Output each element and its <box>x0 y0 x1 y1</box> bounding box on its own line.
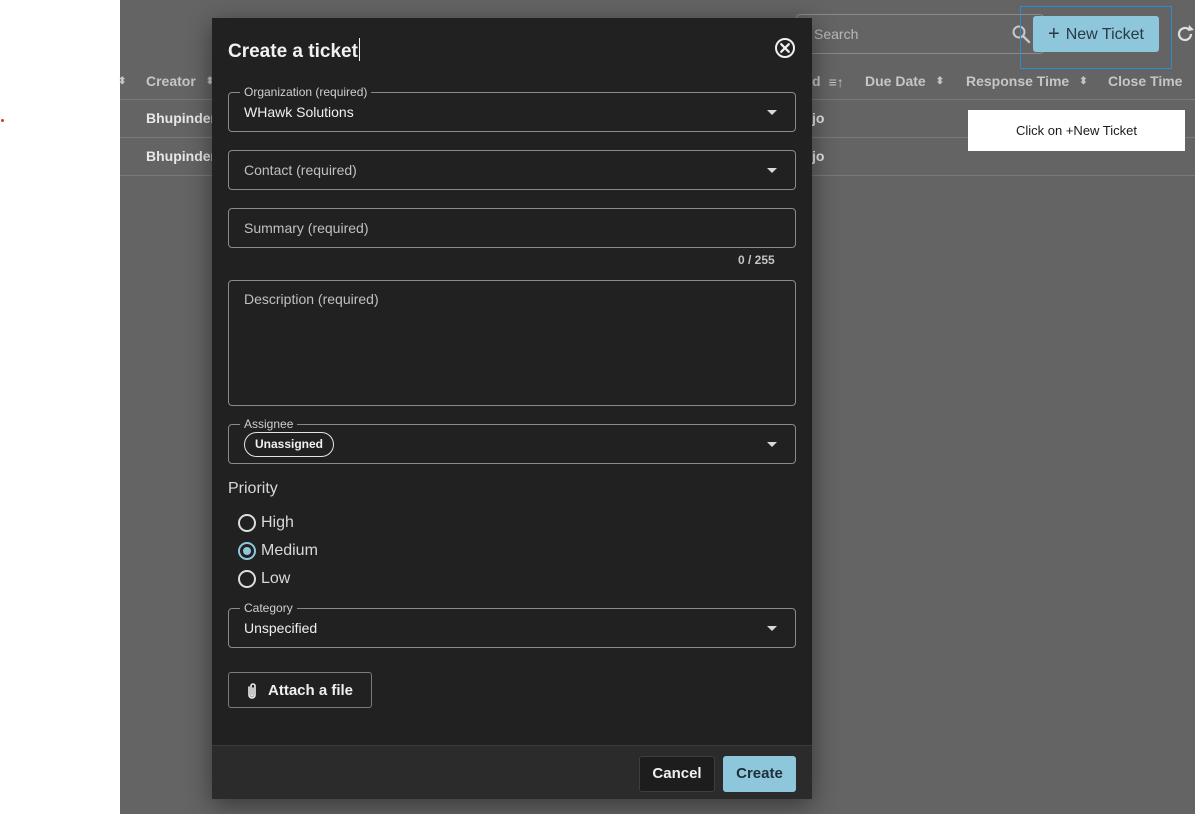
dialog-title: Create a ticket <box>228 38 360 63</box>
summary-input[interactable]: Summary (required) <box>228 208 796 248</box>
sort-icon: ⬍ <box>1079 76 1088 88</box>
radio-unchecked-icon[interactable] <box>238 514 256 532</box>
creator-cell: Bhupinder <box>146 110 216 126</box>
organization-value: WHawk Solutions <box>244 104 354 120</box>
chevron-down-icon <box>767 168 777 173</box>
creator-cell: Bhupinder <box>146 148 216 164</box>
paperclip-icon <box>248 683 256 699</box>
new-ticket-label: New Ticket <box>1065 26 1144 43</box>
page-margin <box>0 0 120 814</box>
column-label: Due Date <box>865 73 926 89</box>
new-ticket-button[interactable]: + New Ticket <box>1033 16 1159 52</box>
sort-icon: ⬍ <box>118 76 127 88</box>
radio-checked-icon[interactable] <box>238 542 256 560</box>
assignee-label: Assignee <box>240 416 298 432</box>
chevron-down-icon <box>767 442 777 447</box>
created-cell: jo <box>812 148 825 164</box>
priority-label: Priority <box>228 480 278 497</box>
assignee-chip[interactable]: Unassigned <box>244 432 335 457</box>
create-button[interactable]: Create <box>723 756 796 792</box>
tutorial-tooltip: Click on +New Ticket <box>968 110 1185 151</box>
plus-icon: + <box>1048 23 1060 45</box>
column-header-response-time[interactable]: Response Time ⬍ <box>966 62 1088 100</box>
search-placeholder: Search <box>814 26 859 42</box>
create-ticket-dialog: Create a ticket Organization (required) … <box>212 18 812 799</box>
description-placeholder: Description (required) <box>244 291 379 307</box>
organization-select[interactable]: Organization (required) WHawk Solutions <box>228 84 796 132</box>
summary-character-counter: 0 / 255 <box>738 253 775 267</box>
column-label: Response Time <box>966 73 1070 89</box>
marker-dot <box>1 119 4 122</box>
column-label: d <box>812 73 821 89</box>
cancel-button[interactable]: Cancel <box>639 756 715 792</box>
chevron-down-icon <box>767 110 777 115</box>
priority-option-label: High <box>261 514 294 531</box>
sort-icon: ⬍ <box>935 76 945 88</box>
priority-option-label: Medium <box>261 542 318 559</box>
category-select[interactable]: Category Unspecified <box>228 600 796 648</box>
column-header-close-time[interactable]: Close Time <box>1108 62 1182 100</box>
assignee-select[interactable]: Assignee Unassigned <box>228 416 796 464</box>
priority-option-label: Low <box>261 570 291 587</box>
attach-file-label: Attach a file <box>268 682 354 699</box>
column-label: Creator <box>146 73 196 89</box>
column-header-created[interactable]: d ≡↑ <box>812 62 844 100</box>
column-header-creator[interactable]: Creator ⬍ <box>146 62 214 100</box>
sort-ascending-icon: ≡↑ <box>828 74 844 91</box>
category-label: Category <box>240 600 297 616</box>
close-icon[interactable] <box>774 37 796 59</box>
column-header-due-date[interactable]: Due Date ⬍ <box>865 62 944 100</box>
summary-placeholder: Summary (required) <box>244 220 369 236</box>
dialog-title-text: Create a ticket <box>228 41 358 62</box>
organization-label: Organization (required) <box>240 84 372 100</box>
column-label: Close Time <box>1108 73 1183 89</box>
column-header-prev[interactable]: ⬍ <box>118 62 126 100</box>
search-input[interactable]: Search <box>796 14 1044 54</box>
radio-unchecked-icon[interactable] <box>238 570 256 588</box>
category-value: Unspecified <box>244 620 318 636</box>
chevron-down-icon <box>767 626 777 631</box>
text-caret <box>358 38 360 61</box>
contact-select[interactable]: Contact (required) <box>228 150 796 190</box>
attach-file-button[interactable]: Attach a file <box>228 672 372 708</box>
created-cell: jo <box>812 110 825 126</box>
contact-placeholder: Contact (required) <box>244 162 357 178</box>
refresh-icon[interactable] <box>1175 24 1195 44</box>
description-textarea[interactable]: Description (required) <box>228 280 796 406</box>
dialog-footer: Cancel Create <box>212 745 812 799</box>
